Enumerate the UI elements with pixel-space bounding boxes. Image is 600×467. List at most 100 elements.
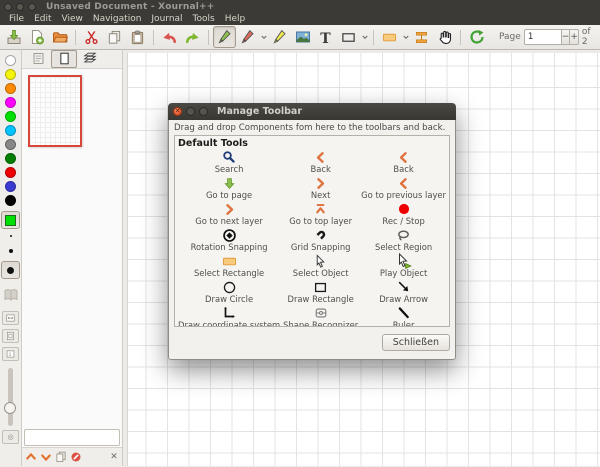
toolbar-component-ruler[interactable]: Ruler bbox=[361, 306, 446, 327]
color-swatch[interactable] bbox=[5, 111, 16, 122]
toolbar-component-next[interactable]: Next bbox=[280, 176, 361, 202]
color-swatch[interactable] bbox=[5, 69, 16, 80]
menu-file[interactable]: File bbox=[4, 14, 29, 24]
hand-button[interactable] bbox=[433, 26, 456, 48]
toolbar-component-previous-layer[interactable]: Go to previous layer bbox=[361, 176, 446, 202]
refresh-button[interactable] bbox=[465, 26, 488, 48]
color-swatch[interactable] bbox=[5, 195, 16, 206]
sidebar-entry[interactable] bbox=[24, 429, 120, 446]
page-up-button[interactable] bbox=[24, 450, 38, 464]
toolbar-component-shape-recognizer[interactable]: Shape Recognizer bbox=[280, 306, 361, 327]
zoom-slider-handle[interactable] bbox=[4, 402, 16, 414]
menu-navigation[interactable]: Navigation bbox=[88, 14, 147, 24]
dialog-minimize-icon[interactable] bbox=[186, 107, 195, 116]
color-swatch[interactable] bbox=[5, 83, 16, 94]
menu-edit[interactable]: Edit bbox=[29, 14, 56, 24]
page-preview-tab-icon bbox=[58, 50, 71, 69]
new-document-icon bbox=[29, 29, 45, 45]
eraser-dropdown-icon[interactable] bbox=[259, 27, 268, 47]
component-label: Back bbox=[310, 164, 330, 175]
redo-button[interactable] bbox=[181, 26, 204, 48]
undo-button[interactable] bbox=[158, 26, 181, 48]
current-color-button[interactable] bbox=[1, 211, 20, 229]
select-rectangle-dropdown-icon[interactable] bbox=[401, 27, 410, 47]
toolbar-component-coordinate-system[interactable]: Draw coordinate system bbox=[178, 306, 280, 327]
pen-button[interactable] bbox=[213, 26, 236, 48]
copy-button[interactable] bbox=[103, 26, 126, 48]
sidebar-close-icon[interactable]: ✕ bbox=[108, 452, 120, 462]
shape-button[interactable] bbox=[337, 26, 360, 48]
page-decrement-button[interactable]: − bbox=[562, 29, 571, 45]
toolbar-component-rec-stop[interactable]: Rec / Stop bbox=[361, 202, 446, 228]
toolbar-component-back[interactable]: Back bbox=[280, 150, 361, 176]
dialog-close-icon[interactable]: ✕ bbox=[173, 107, 182, 116]
zoom-slider[interactable] bbox=[8, 368, 13, 426]
layers-tab[interactable] bbox=[77, 50, 103, 68]
toolbar-component-play-object[interactable]: Play Object bbox=[361, 254, 446, 280]
window-minimize-icon[interactable] bbox=[16, 3, 24, 11]
color-swatch[interactable] bbox=[5, 181, 16, 192]
select-rectangle-icon bbox=[382, 30, 397, 45]
paste-button[interactable] bbox=[126, 26, 149, 48]
toolbar-component-goto-page-down[interactable]: Go to page bbox=[178, 176, 280, 202]
size-medium-button[interactable] bbox=[1, 261, 20, 279]
toolbar-component-select-rectangle[interactable]: Select Rectangle bbox=[178, 254, 280, 280]
size-dot-icon bbox=[7, 267, 14, 274]
color-swatch[interactable] bbox=[5, 97, 16, 108]
page-number-input[interactable] bbox=[524, 29, 562, 45]
highlighter-button[interactable] bbox=[268, 26, 291, 48]
text-button[interactable]: T bbox=[314, 26, 337, 48]
contents-tab[interactable] bbox=[25, 50, 51, 68]
vertical-space-button[interactable] bbox=[410, 26, 433, 48]
toolbar-component-select-region[interactable]: Select Region bbox=[361, 228, 446, 254]
page-thumbnail[interactable] bbox=[28, 75, 82, 147]
color-swatch[interactable] bbox=[5, 139, 16, 150]
delete-page-button[interactable] bbox=[69, 450, 83, 464]
close-dialog-button[interactable]: Schließen bbox=[382, 334, 450, 351]
new-document-button[interactable] bbox=[25, 26, 48, 48]
toolbar-component-draw-arrow[interactable]: Draw Arrow bbox=[361, 280, 446, 306]
toolbar-component-next-layer[interactable]: Go to next layer bbox=[178, 202, 280, 228]
draw-circle-icon bbox=[222, 280, 237, 294]
color-swatch[interactable] bbox=[5, 167, 16, 178]
menu-help[interactable]: Help bbox=[220, 14, 251, 24]
page-increment-button[interactable]: + bbox=[570, 29, 579, 45]
shape-dropdown-icon[interactable] bbox=[360, 27, 369, 47]
menu-tools[interactable]: Tools bbox=[188, 14, 220, 24]
manage-toolbar-dialog: ✕ Manage Toolbar Drag and drop Component… bbox=[168, 103, 456, 360]
toolbar-component-top-layer[interactable]: Go to top layer bbox=[280, 202, 361, 228]
menu-view[interactable]: View bbox=[57, 14, 88, 24]
size-dot-button[interactable] bbox=[9, 249, 13, 253]
dialog-maximize-icon[interactable] bbox=[199, 107, 208, 116]
menu-journal[interactable]: Journal bbox=[146, 14, 187, 24]
dialog-titlebar[interactable]: ✕ Manage Toolbar bbox=[168, 103, 456, 120]
page-label: Page bbox=[499, 32, 521, 42]
open-button[interactable] bbox=[48, 26, 71, 48]
save-button[interactable] bbox=[2, 26, 25, 48]
window-maximize-icon[interactable] bbox=[28, 3, 36, 11]
page-down-button[interactable] bbox=[39, 450, 53, 464]
toolbar-component-draw-circle[interactable]: Draw Circle bbox=[178, 280, 280, 306]
color-swatch[interactable] bbox=[5, 153, 16, 164]
window-close-icon[interactable] bbox=[4, 3, 12, 11]
zoom-fit-page-button[interactable] bbox=[2, 329, 19, 343]
toolbar-component-draw-rectangle[interactable]: Draw Rectangle bbox=[280, 280, 361, 306]
page-preview-tab[interactable] bbox=[51, 50, 77, 68]
toolbar-component-select-object[interactable]: Select Object bbox=[280, 254, 361, 280]
select-rectangle-button[interactable] bbox=[378, 26, 401, 48]
toolbar-component-rotation-snapping[interactable]: Rotation Snapping bbox=[178, 228, 280, 254]
component-label: Go to next layer bbox=[195, 216, 263, 227]
zoom-original-button[interactable]: 1 bbox=[2, 347, 19, 361]
size-dot-button[interactable] bbox=[10, 235, 12, 237]
cut-button[interactable] bbox=[80, 26, 103, 48]
eraser-button[interactable] bbox=[236, 26, 259, 48]
image-button[interactable] bbox=[291, 26, 314, 48]
toolbar-component-grid-snapping[interactable]: Grid Snapping bbox=[280, 228, 361, 254]
toolbar-component-search[interactable]: Search bbox=[178, 150, 280, 176]
toolbar-component-back[interactable]: Back bbox=[361, 150, 446, 176]
zoom-out-button[interactable]: ◎ bbox=[2, 430, 19, 444]
zoom-fit-width-button[interactable] bbox=[2, 311, 19, 325]
color-swatch[interactable] bbox=[5, 55, 16, 66]
copy-page-button[interactable] bbox=[54, 450, 68, 464]
color-swatch[interactable] bbox=[5, 125, 16, 136]
